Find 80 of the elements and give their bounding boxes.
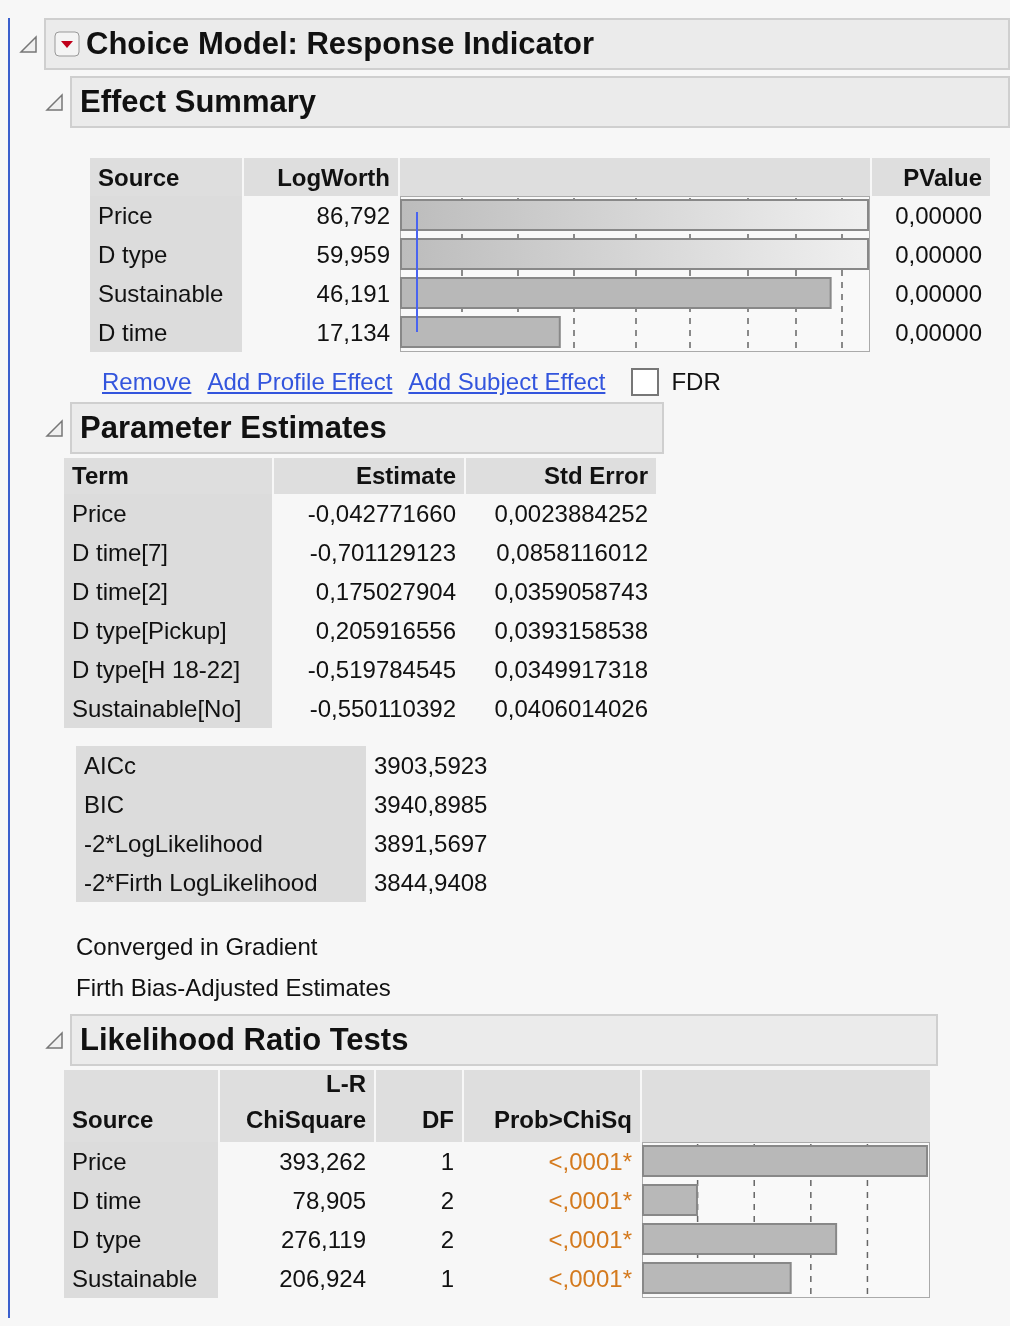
table-cell-text: 0,0359058743 <box>493 576 649 607</box>
column-header: LogWorth <box>244 158 398 196</box>
link[interactable]: Add Profile Effect <box>207 368 393 396</box>
table-cell-text: 2 <box>439 1224 455 1255</box>
section-title: Likelihood Ratio Tests <box>80 1022 409 1058</box>
row-label: D time[2] <box>64 572 272 611</box>
table-cell-text: <,0001* <box>547 1185 633 1216</box>
row-label: Price <box>90 196 242 235</box>
table-cell-text: 206,924 <box>278 1263 367 1294</box>
table-cell-text: 276,119 <box>280 1224 367 1255</box>
table-cell-text: 46,191 <box>315 278 391 309</box>
column-header: Std Error <box>466 458 656 494</box>
row-label: D type <box>90 235 242 274</box>
note-text: Converged in Gradient <box>76 932 319 962</box>
table-cell-text: -0,701129123 <box>308 537 457 568</box>
row-label: D type[H 18-22] <box>64 650 272 689</box>
table-cell-text: 3903,5923 <box>373 750 489 781</box>
table-cell-text: 0,0393158538 <box>493 615 649 646</box>
table-cell-text: 1 <box>439 1146 455 1177</box>
table-cell-text: <,0001* <box>547 1224 633 1255</box>
row-label: Sustainable <box>64 1259 218 1298</box>
column-header: DF <box>376 1070 462 1142</box>
table-cell-text: 1 <box>439 1263 455 1294</box>
table-cell-text: -0,550110392 <box>308 693 457 724</box>
table-cell-text: 3844,9408 <box>373 867 489 898</box>
row-label: Sustainable[No] <box>64 689 272 728</box>
column-header: L-R ChiSquare <box>220 1070 374 1142</box>
column-header: PValue <box>872 158 990 196</box>
table-cell-text: <,0001* <box>547 1146 633 1177</box>
link[interactable]: Add Subject Effect <box>408 368 606 396</box>
checkbox[interactable] <box>631 368 660 396</box>
table-cell-text: -0,042771660 <box>306 498 457 529</box>
row-label: BIC <box>76 785 366 824</box>
table-cell-text: 393,262 <box>278 1146 367 1177</box>
row-label: -2*Firth LogLikelihood <box>76 863 366 902</box>
table-cell-text: 17,134 <box>315 317 391 348</box>
column-header: Source <box>90 158 242 196</box>
table-cell-text: 0,175027904 <box>314 576 457 607</box>
row-label: D time[7] <box>64 533 272 572</box>
row-label: D time <box>64 1181 218 1220</box>
table-cell-text: 3891,5697 <box>373 828 489 859</box>
note-text: Firth Bias-Adjusted Estimates <box>76 973 392 1003</box>
table-cell-text: 59,959 <box>315 239 391 270</box>
row-label: -2*LogLikelihood <box>76 824 366 863</box>
report-title: Choice Model: Response Indicator <box>86 26 595 62</box>
table-cell-text: 0,00000 <box>894 200 983 231</box>
row-label: Sustainable <box>90 274 242 313</box>
column-header: Estimate <box>274 458 464 494</box>
table-cell-text: 0,00000 <box>894 317 983 348</box>
disclosure-icon[interactable] <box>44 92 64 112</box>
table-cell-text: 0,00000 <box>894 239 983 270</box>
disclosure-icon[interactable] <box>44 1030 64 1050</box>
table-cell-text: 78,905 <box>291 1185 367 1216</box>
row-label: AICc <box>76 746 366 785</box>
table-cell-text: 86,792 <box>315 200 391 231</box>
table-cell-text: -0,519784545 <box>306 654 457 685</box>
row-label: Price <box>64 1142 218 1181</box>
table-cell-text: 3940,8985 <box>373 789 489 820</box>
table-cell-text: 0,00000 <box>894 278 983 309</box>
checkbox-label: FDR <box>671 368 721 396</box>
section-title: Effect Summary <box>80 84 317 120</box>
row-label: Price <box>64 494 272 533</box>
row-label: D type <box>64 1220 218 1259</box>
section-title: Parameter Estimates <box>80 410 387 446</box>
column-header: Prob>ChiSq <box>464 1070 640 1142</box>
row-label: D type[Pickup] <box>64 611 272 650</box>
table-cell-text: 2 <box>439 1185 455 1216</box>
dropdown-menu-icon[interactable] <box>54 31 80 57</box>
table-cell-text: 0,0858116012 <box>495 537 649 568</box>
table-cell-text: <,0001* <box>547 1263 633 1294</box>
table-cell-text: 0,0406014026 <box>493 693 649 724</box>
column-header: Term <box>64 458 272 494</box>
disclosure-icon[interactable] <box>44 418 64 438</box>
column-header: Source <box>64 1070 218 1142</box>
table-cell-text: 0,205916556 <box>314 615 457 646</box>
disclosure-icon[interactable] <box>18 34 38 54</box>
table-cell-text: 0,0349917318 <box>493 654 649 685</box>
row-label: D time <box>90 313 242 352</box>
link[interactable]: Remove <box>102 368 192 396</box>
table-cell-text: 0,0023884252 <box>493 498 649 529</box>
